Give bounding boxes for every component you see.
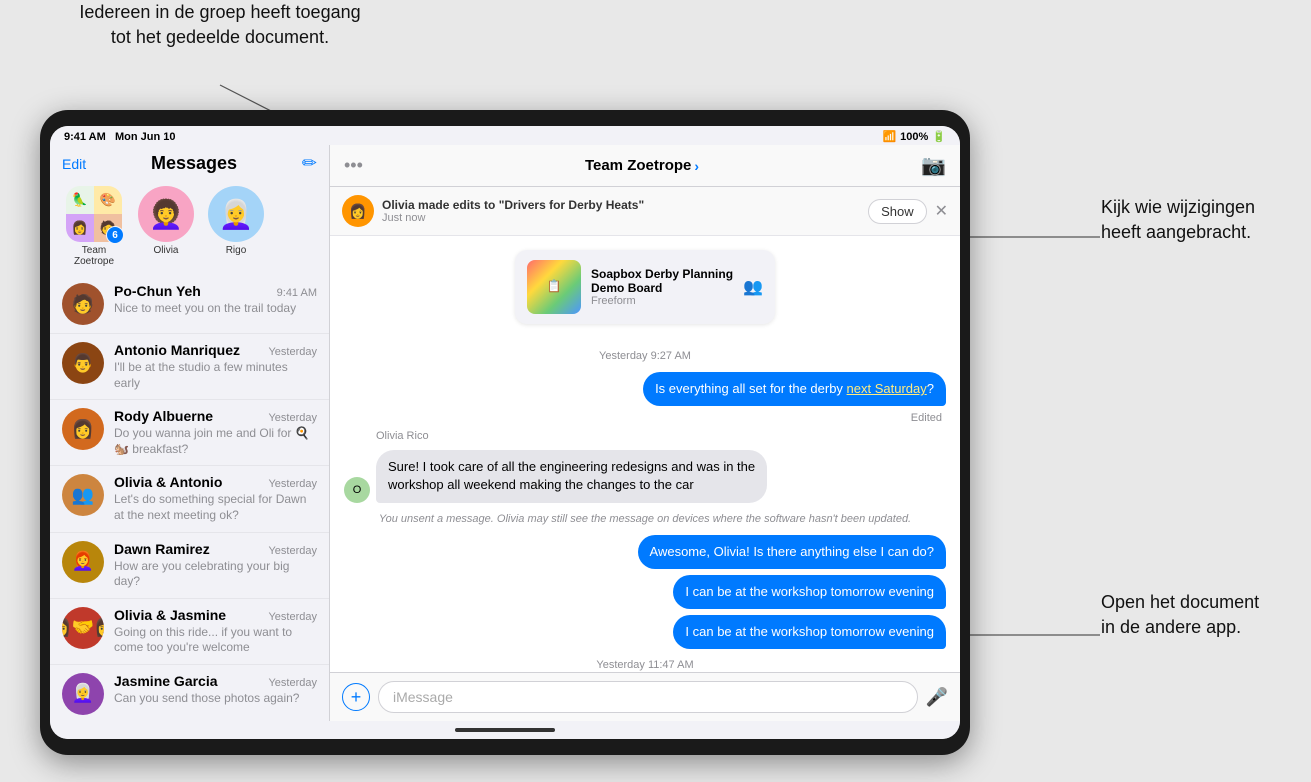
sender-name-label: Olivia Rico [376, 430, 946, 442]
conv-item[interactable]: 👩‍🦳 Jasmine Garcia Yesterday Can you sen… [50, 665, 329, 721]
battery-icon: 🔋 [932, 130, 946, 143]
messages-list: Edit Messages ✏ 🦜 🎨 👩 🧑 [50, 145, 330, 721]
chat-header: ••• Team Zoetrope › 📷 [330, 145, 960, 187]
conv-item[interactable]: 🧑 Po-Chun Yeh 9:41 AM Nice to meet you o… [50, 275, 329, 334]
status-bar: 9:41 AM Mon Jun 10 📶 100% 🔋 [50, 126, 960, 145]
sender-avatar: O [344, 477, 370, 503]
shared-doc-area: 📋 Soapbox Derby PlanningDemo Board Freef… [330, 236, 960, 338]
annotation-right-bottom: Open het document in de andere app. [1101, 590, 1301, 640]
chat-messages: Yesterday 9:27 AM Is everything all set … [330, 338, 960, 672]
pinned-label-team-zoetrope: Team Zoetrope [64, 245, 124, 267]
battery-label: 100% [900, 131, 928, 143]
message-row-sent: I can be at the workshop tomorrow evenin… [344, 615, 946, 649]
mic-button[interactable]: 🎤 [926, 687, 948, 708]
edit-button[interactable]: Edit [62, 156, 86, 172]
doc-title: Soapbox Derby PlanningDemo Board [591, 267, 733, 295]
pinned-rigo[interactable]: 👩‍🦳 Rigo [208, 186, 264, 267]
message-row-sent: Is everything all set for the derby next… [344, 372, 946, 406]
ipad-screen: 9:41 AM Mon Jun 10 📶 100% 🔋 Edit Message… [50, 126, 960, 739]
home-indicator [50, 721, 960, 739]
status-right: 📶 100% 🔋 [882, 130, 946, 143]
status-time: 9:41 AM Mon Jun 10 [64, 131, 175, 143]
main-content: Edit Messages ✏ 🦜 🎨 👩 🧑 [50, 145, 960, 721]
pinned-label-olivia: Olivia [153, 245, 178, 256]
unsent-notice: You unsent a message. Olivia may still s… [344, 513, 946, 525]
message-row-sent: Awesome, Olivia! Is there anything else … [344, 535, 946, 569]
pinned-team-zoetrope[interactable]: 🦜 🎨 👩 🧑 6 Team Zoetrope [64, 186, 124, 267]
pinned-contacts: 🦜 🎨 👩 🧑 6 Team Zoetrope 👩‍🦱 [50, 180, 329, 275]
message-row-sent: I can be at the workshop tomorrow evenin… [344, 575, 946, 609]
chat-title: Team Zoetrope › [585, 157, 699, 174]
add-attachment-button[interactable]: + [342, 683, 370, 711]
conv-item[interactable]: 👨 Antonio Manriquez Yesterday I'll be at… [50, 334, 329, 400]
video-call-button[interactable]: 📷 [921, 153, 946, 178]
badge-team-zoetrope: 6 [106, 226, 124, 244]
notif-close-button[interactable]: ✕ [935, 201, 948, 221]
doc-group-icon: 👥 [743, 277, 763, 297]
messages-title: Messages [151, 153, 237, 174]
message-bubble: Is everything all set for the derby next… [643, 372, 946, 406]
conv-item[interactable]: 👥 Olivia & Antonio Yesterday Let's do so… [50, 466, 329, 532]
annotation-top: Iedereen in de groep heeft toegang tot h… [60, 0, 380, 50]
message-bubble: Awesome, Olivia! Is there anything else … [638, 535, 946, 569]
timestamp-label: Yesterday 9:27 AM [344, 350, 946, 362]
chat-panel: ••• Team Zoetrope › 📷 👩 Olivia made edit… [330, 145, 960, 721]
notif-text: Olivia made edits to "Drivers for Derby … [382, 198, 860, 224]
notif-avatar: 👩 [342, 195, 374, 227]
notification-banner: 👩 Olivia made edits to "Drivers for Derb… [330, 187, 960, 236]
doc-subtitle: Freeform [591, 295, 733, 307]
pinned-label-rigo: Rigo [226, 245, 247, 256]
pinned-olivia[interactable]: 👩‍🦱 Olivia [138, 186, 194, 267]
chat-title-chevron[interactable]: › [694, 158, 699, 174]
edited-label: Edited [344, 412, 942, 424]
wifi-icon: 📶 [882, 130, 896, 143]
compose-button[interactable]: ✏ [302, 153, 317, 174]
shared-doc-card[interactable]: 📋 Soapbox Derby PlanningDemo Board Freef… [515, 250, 775, 324]
message-row-received: O Sure! I took care of all the engineeri… [344, 450, 946, 502]
annotation-right-top: Kijk wie wijzigingen heeft aangebracht. [1101, 195, 1301, 245]
message-bubble: Sure! I took care of all the engineering… [376, 450, 767, 502]
conv-item[interactable]: 👩 Rody Albuerne Yesterday Do you wanna j… [50, 400, 329, 466]
conv-item-dawn-ramirez[interactable]: 👩‍🦰 Dawn Ramirez Yesterday How are you c… [50, 533, 329, 599]
message-bubble: I can be at the workshop tomorrow evenin… [673, 575, 946, 609]
messages-header: Edit Messages ✏ [50, 145, 329, 180]
conversation-list: 🧑 Po-Chun Yeh 9:41 AM Nice to meet you o… [50, 275, 329, 721]
message-bubble: I can be at the workshop tomorrow evenin… [673, 615, 946, 649]
conv-item[interactable]: 👩‍🤝‍👩 Olivia & Jasmine Yesterday Going o… [50, 599, 329, 665]
notif-show-button[interactable]: Show [868, 199, 927, 224]
doc-info: Soapbox Derby PlanningDemo Board Freefor… [591, 267, 733, 307]
home-bar [455, 728, 555, 732]
more-options-button[interactable]: ••• [344, 155, 363, 176]
ipad-frame: 9:41 AM Mon Jun 10 📶 100% 🔋 Edit Message… [40, 110, 970, 755]
doc-thumbnail: 📋 [527, 260, 581, 314]
timestamp-label: Yesterday 11:47 AM [344, 659, 946, 671]
chat-input-bar: + iMessage 🎤 [330, 672, 960, 721]
message-input[interactable]: iMessage [378, 681, 918, 713]
